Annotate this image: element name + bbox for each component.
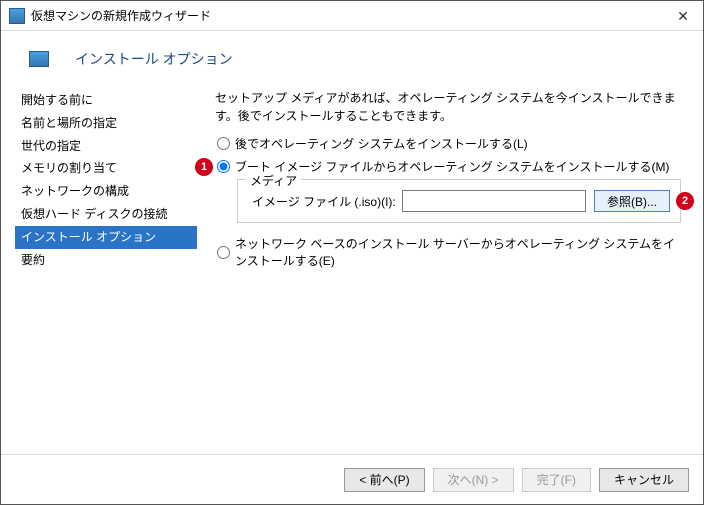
radio-later[interactable] xyxy=(217,137,230,150)
sidebar-item-vhd[interactable]: 仮想ハード ディスクの接続 xyxy=(15,203,197,226)
finish-button[interactable]: 完了(F) xyxy=(522,468,591,492)
sidebar-item-memory[interactable]: メモリの割り当て xyxy=(15,157,197,180)
wizard-window: 仮想マシンの新規作成ウィザード ✕ インストール オプション 開始する前に 名前… xyxy=(0,0,704,505)
sidebar-item-before-begin[interactable]: 開始する前に xyxy=(15,89,197,112)
radio-network-label: ネットワーク ベースのインストール サーバーからオペレーティング システムをイン… xyxy=(235,235,681,269)
close-button[interactable]: ✕ xyxy=(663,2,703,30)
wizard-footer: < 前へ(P) 次へ(N) > 完了(F) キャンセル xyxy=(1,454,703,504)
next-button[interactable]: 次へ(N) > xyxy=(433,468,514,492)
header-icon xyxy=(29,51,49,67)
sidebar-item-summary[interactable]: 要約 xyxy=(15,249,197,272)
media-fieldset: メディア イメージ ファイル (.iso)(I): 参照(B)... 2 xyxy=(237,179,681,223)
window-title: 仮想マシンの新規作成ウィザード xyxy=(31,7,663,24)
page-title: インストール オプション xyxy=(75,49,233,69)
image-file-row: イメージ ファイル (.iso)(I): 参照(B)... 2 xyxy=(252,190,670,212)
browse-button[interactable]: 参照(B)... xyxy=(594,190,670,212)
sidebar-item-network[interactable]: ネットワークの構成 xyxy=(15,180,197,203)
app-icon xyxy=(9,8,25,24)
callout-2: 2 xyxy=(676,192,694,210)
titlebar: 仮想マシンの新規作成ウィザード ✕ xyxy=(1,1,703,31)
wizard-sidebar: 開始する前に 名前と場所の指定 世代の指定 メモリの割り当て ネットワークの構成… xyxy=(15,83,197,454)
radio-boot-image[interactable] xyxy=(217,160,230,173)
radio-later-label: 後でオペレーティング システムをインストールする(L) xyxy=(235,135,528,152)
sidebar-item-name-location[interactable]: 名前と場所の指定 xyxy=(15,112,197,135)
radio-network[interactable] xyxy=(217,246,230,259)
callout-1: 1 xyxy=(195,158,213,176)
image-file-label: イメージ ファイル (.iso)(I): xyxy=(252,193,396,210)
media-legend: メディア xyxy=(246,172,301,189)
image-file-input[interactable] xyxy=(402,190,586,212)
wizard-content: セットアップ メディアがあれば、オペレーティング システムを今インストールできま… xyxy=(197,83,689,454)
sidebar-item-generation[interactable]: 世代の指定 xyxy=(15,135,197,158)
radio-row-network[interactable]: ネットワーク ベースのインストール サーバーからオペレーティング システムをイン… xyxy=(217,235,681,269)
description-text: セットアップ メディアがあれば、オペレーティング システムを今インストールできま… xyxy=(215,89,681,125)
prev-button[interactable]: < 前へ(P) xyxy=(344,468,424,492)
radio-row-later[interactable]: 後でオペレーティング システムをインストールする(L) xyxy=(217,135,681,152)
sidebar-item-install-options[interactable]: インストール オプション xyxy=(15,226,197,249)
wizard-body: 開始する前に 名前と場所の指定 世代の指定 メモリの割り当て ネットワークの構成… xyxy=(1,83,703,454)
cancel-button[interactable]: キャンセル xyxy=(599,468,689,492)
wizard-header: インストール オプション xyxy=(1,31,703,83)
